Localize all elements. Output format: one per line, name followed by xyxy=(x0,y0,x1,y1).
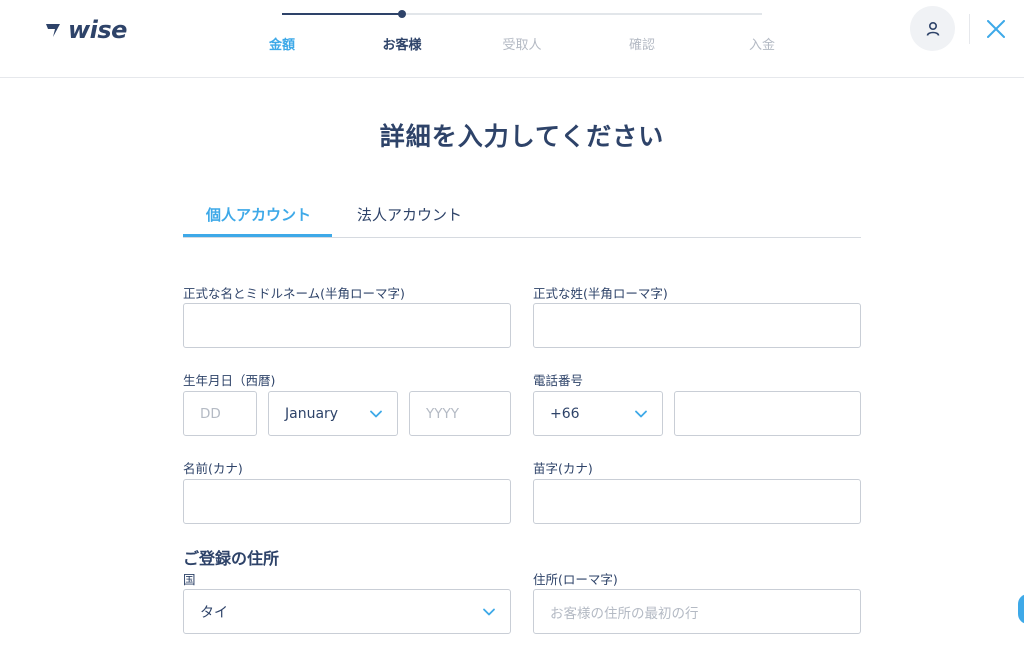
step-recipient: 受取人 xyxy=(502,38,542,53)
first-name-kana-input[interactable] xyxy=(183,479,511,524)
dob-day-placeholder: DD xyxy=(200,405,221,422)
last-name-input[interactable] xyxy=(533,303,861,348)
step-you: お客様 xyxy=(382,38,422,53)
close-icon xyxy=(987,20,1005,38)
phone-country-code-value: +66 xyxy=(550,405,580,422)
wise-logo[interactable]: wise xyxy=(44,16,127,44)
phone-number-input[interactable] xyxy=(674,391,861,436)
last-name-kana-label: 苗字(カナ) xyxy=(533,461,593,476)
step-amount[interactable]: 金額 xyxy=(232,34,332,53)
country-value: タイ xyxy=(200,604,228,621)
dob-month-value: January xyxy=(285,405,339,422)
last-name-label: 正式な姓(半角ローマ字) xyxy=(533,286,668,301)
dob-label: 生年月日（西暦) xyxy=(183,373,276,388)
last-name-kana-input[interactable] xyxy=(533,479,861,524)
profile-button[interactable] xyxy=(910,6,955,51)
wise-flag-icon xyxy=(46,24,60,37)
user-icon xyxy=(926,21,939,36)
tab-business-account[interactable]: 法人アカウント xyxy=(357,204,462,238)
top-header: wise 金額 お客様 受取人 確認 入金 xyxy=(0,0,1024,78)
first-name-kana-label: 名前(カナ) xyxy=(183,461,243,476)
country-select[interactable]: タイ xyxy=(183,589,511,634)
first-name-label: 正式な名とミドルネーム(半角ローマ字) xyxy=(183,286,405,301)
page-title: 詳細を入力してください xyxy=(379,122,665,151)
dob-month-select[interactable]: January xyxy=(268,391,398,436)
country-label: 国 xyxy=(183,572,196,587)
active-tab-underline xyxy=(183,234,332,237)
chat-help-button[interactable] xyxy=(1018,594,1024,624)
logo-text: wise xyxy=(68,16,127,44)
chevron-down-icon xyxy=(635,410,647,418)
dob-year-placeholder: YYYY xyxy=(426,405,459,422)
account-type-tabs: 個人アカウント 法人アカウント xyxy=(183,196,861,238)
step-review: 確認 xyxy=(628,38,655,53)
progress-track xyxy=(282,10,762,18)
header-divider xyxy=(969,14,970,44)
address-section-title: ご登録の住所 xyxy=(183,549,280,568)
address-label: 住所(ローマ字) xyxy=(533,572,618,587)
tab-personal-account[interactable]: 個人アカウント xyxy=(206,204,311,238)
phone-label: 電話番号 xyxy=(533,373,584,388)
step-labels: 金額 お客様 受取人 確認 入金 xyxy=(232,34,832,54)
chevron-down-icon xyxy=(370,410,382,418)
progress-current-dot xyxy=(398,10,406,18)
address-input[interactable]: お客様の住所の最初の行 xyxy=(533,589,861,634)
step-pay: 入金 xyxy=(748,38,775,53)
dob-day-input[interactable]: DD xyxy=(183,391,257,436)
phone-country-code-select[interactable]: +66 xyxy=(533,391,663,436)
chevron-down-icon xyxy=(483,608,495,616)
address-placeholder: お客様の住所の最初の行 xyxy=(550,605,699,622)
first-name-input[interactable] xyxy=(183,303,511,348)
progress-fill xyxy=(282,13,402,15)
close-button[interactable] xyxy=(985,18,1007,40)
dob-year-input[interactable]: YYYY xyxy=(409,391,511,436)
